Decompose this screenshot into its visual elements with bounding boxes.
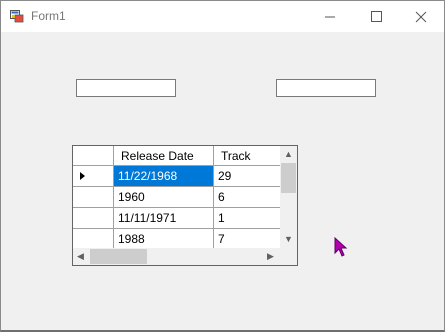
maximize-button[interactable] <box>353 1 399 32</box>
cell-track[interactable]: 6 <box>214 187 284 208</box>
close-icon <box>415 11 427 23</box>
minimize-icon <box>325 16 335 18</box>
title-bar[interactable]: Form1 <box>1 1 444 32</box>
cell-release-date[interactable]: 11/22/1968 <box>114 166 214 187</box>
scroll-down-icon[interactable]: ▼ <box>284 235 293 244</box>
scrollbar-corner <box>280 248 297 265</box>
minimize-button[interactable] <box>307 1 353 32</box>
cell-release-date[interactable]: 1988 <box>114 229 214 250</box>
main-window: Form1 Release Date Track 11/22/1968 29 1… <box>0 0 445 332</box>
current-row-indicator-icon <box>80 172 85 180</box>
scroll-left-icon[interactable]: ◀ <box>77 252 84 261</box>
cell-track[interactable]: 29 <box>214 166 284 187</box>
column-header-release-date[interactable]: Release Date <box>114 146 214 166</box>
window-title: Form1 <box>31 9 66 23</box>
cell-release-date[interactable]: 1960 <box>114 187 214 208</box>
data-grid[interactable]: Release Date Track 11/22/1968 29 1960 6 … <box>72 145 298 266</box>
row-header[interactable] <box>73 208 114 229</box>
scroll-up-icon[interactable]: ▲ <box>284 150 293 159</box>
row-header[interactable] <box>73 187 114 208</box>
cell-track[interactable]: 1 <box>214 208 284 229</box>
grid-corner-header[interactable] <box>73 146 114 166</box>
text-input-right[interactable] <box>276 79 376 97</box>
vertical-scroll-thumb[interactable] <box>281 163 296 193</box>
close-button[interactable] <box>398 1 444 32</box>
column-header-track[interactable]: Track <box>214 146 284 166</box>
scroll-right-icon[interactable]: ▶ <box>267 252 274 261</box>
cell-release-date[interactable]: 11/11/1971 <box>114 208 214 229</box>
maximize-icon <box>371 11 382 22</box>
app-icon <box>10 10 24 23</box>
row-header[interactable] <box>73 229 114 250</box>
cell-track[interactable]: 7 <box>214 229 284 250</box>
mouse-cursor-icon <box>334 237 348 257</box>
horizontal-scrollbar[interactable]: ◀ ▶ <box>73 248 280 265</box>
text-input-left[interactable] <box>76 79 176 97</box>
horizontal-scroll-thumb[interactable] <box>90 249 147 264</box>
row-header[interactable] <box>73 166 114 187</box>
vertical-scrollbar[interactable]: ▲ ▼ <box>280 146 297 248</box>
